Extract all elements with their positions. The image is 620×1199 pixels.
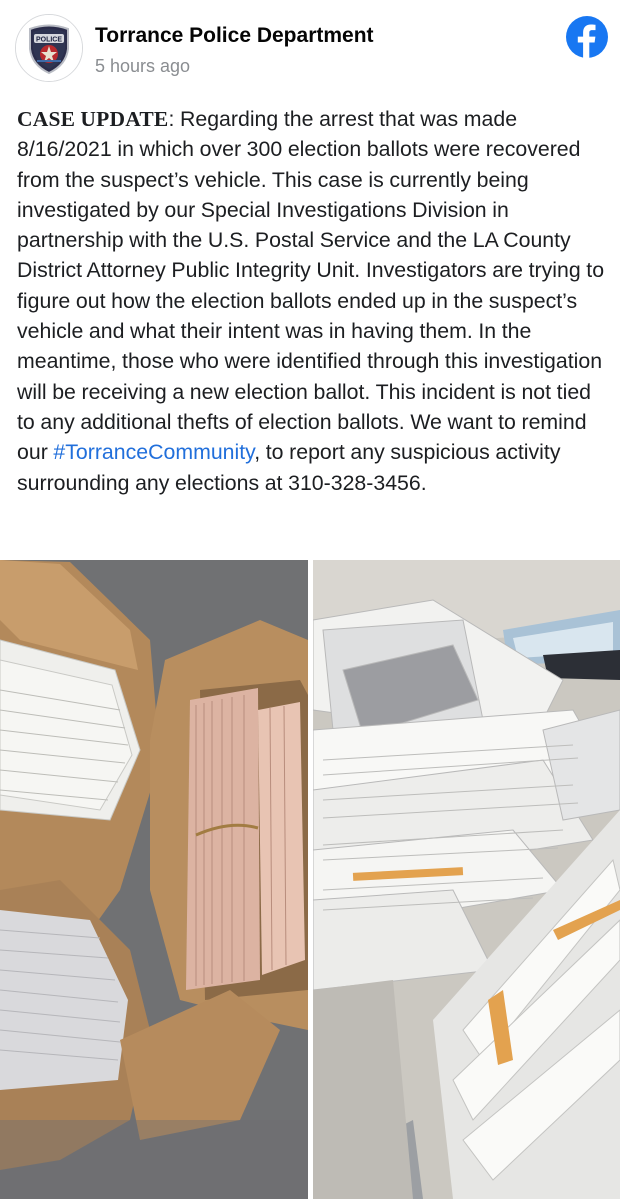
paper-bags-of-ballots-photo[interactable] — [0, 560, 308, 1199]
badge-text: POLICE — [36, 37, 62, 44]
post-body-part-1: Regarding the arrest that was made 8/16/… — [17, 107, 605, 465]
page-name[interactable]: Torrance Police Department — [95, 24, 374, 48]
post-timestamp[interactable]: 5 hours ago — [95, 56, 190, 77]
facebook-icon — [566, 16, 608, 58]
post-header: POLICE Torrance Police Department 5 hour… — [0, 0, 620, 96]
hashtag-link[interactable]: #TorranceCommunity — [53, 440, 254, 464]
post-message: CASE UPDATE: Regarding the arrest that w… — [17, 104, 609, 498]
page-avatar[interactable]: POLICE — [15, 14, 83, 82]
police-badge-icon: POLICE — [16, 15, 82, 81]
scattered-ballots-on-floor-photo[interactable] — [313, 560, 620, 1199]
post-lead: CASE UPDATE — [17, 107, 169, 131]
